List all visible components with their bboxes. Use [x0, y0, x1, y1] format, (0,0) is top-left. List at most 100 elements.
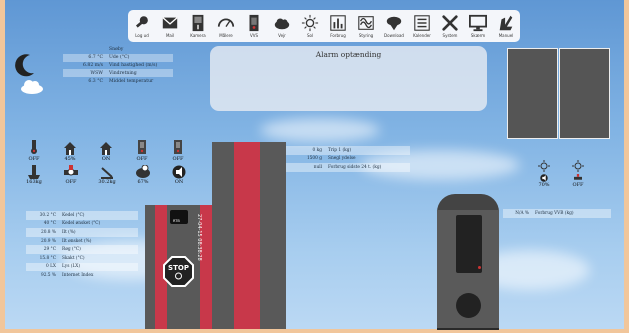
table-row: 30.2 °C Kedel (°C)	[26, 211, 138, 220]
device-boiler-1[interactable]: OFF	[130, 140, 154, 162]
toolbar-label: Styring	[358, 33, 374, 38]
sun-icon	[301, 14, 319, 32]
main-toolbar: Log ud Mail Kamera Målere VVS Vejr Sol F…	[128, 10, 520, 42]
table-row: 92.5 % Internet Index	[26, 271, 138, 280]
toolbar-screen[interactable]: Skærm	[465, 14, 491, 38]
device-state: OFF	[572, 182, 584, 188]
device-state: OFF	[28, 156, 40, 162]
frame-bottom	[0, 329, 629, 333]
toolbar-label: System	[442, 33, 458, 38]
thermometer-icon	[31, 140, 37, 154]
weather-label: Vindretning	[109, 70, 137, 76]
toolbar-label: Log ud	[135, 33, 149, 38]
device-house-2[interactable]: ON	[94, 140, 118, 162]
boiler-label: Røg (°C)	[62, 247, 81, 253]
alarm-panel: Alarm optænding	[210, 46, 487, 111]
house-icon	[100, 142, 112, 155]
fuel-value: null	[313, 164, 322, 170]
fuel-label: Forbrug sidste 24 t. (kg)	[328, 164, 382, 170]
boiler-label: Ilt ønsket (%)	[62, 238, 92, 244]
toolbar-label: Målere	[219, 33, 233, 38]
boiler-label: Internet Index	[62, 272, 94, 278]
device-tank[interactable]: 67%	[128, 165, 158, 185]
stop-label: STOP	[168, 264, 189, 272]
toolbar-meters[interactable]: Målere	[213, 14, 239, 38]
toolbar-manual[interactable]: Manuel	[493, 14, 519, 38]
device-state: 70%	[538, 182, 550, 188]
device-silo[interactable]: 163kg	[19, 165, 49, 185]
device-state: OFF	[136, 156, 148, 162]
weather-row: WSW Vindretning	[63, 69, 173, 78]
boiler-value: 29 °C	[43, 247, 56, 253]
weather-value: 6.7 °C	[88, 55, 103, 61]
toolbar-weather[interactable]: Vejr	[269, 14, 295, 38]
stove-tall-edge	[260, 142, 286, 329]
boiler-icon	[174, 140, 182, 154]
download-icon	[386, 16, 402, 31]
toolbar-vvs[interactable]: VVS	[241, 14, 267, 38]
camera-view-1[interactable]	[507, 48, 558, 139]
boiler-value: 15.8 °C	[39, 255, 56, 261]
table-row: 40 °C Kedel ønsket (°C)	[26, 220, 138, 229]
device-scale[interactable]: 30.2kg	[92, 165, 122, 185]
stove-timestamp: 27-04-15 08:38:28	[196, 214, 202, 261]
toolbar-label: Manuel	[498, 33, 514, 38]
table-row: 15.8 °C Skakt (°C)	[26, 254, 138, 263]
boiler-label: Kedel ønsket (°C)	[62, 221, 101, 227]
device-house-1[interactable]: 45%	[58, 140, 82, 162]
sun-icon	[572, 160, 584, 172]
sun-icon	[538, 160, 550, 172]
weather-value: WSW	[90, 70, 103, 76]
fuel-label: Trip 1 (kg)	[328, 147, 352, 153]
toolbar-consumption[interactable]: Forbrug	[325, 14, 351, 38]
fuel-value: 1500 g	[306, 156, 322, 162]
device-state: 30.2kg	[98, 179, 116, 185]
table-row: 0 kg Trip 1 (kg)	[286, 146, 410, 155]
toolbar-download[interactable]: Download	[381, 14, 407, 38]
weather-label: Vind hastighed (m/s)	[109, 62, 158, 68]
camera-view-2[interactable]	[559, 48, 610, 139]
toolbar-mail[interactable]: Mail	[157, 14, 183, 38]
heatpump-icon	[358, 16, 374, 30]
key-icon	[135, 16, 148, 28]
boiler-value: 40 °C	[43, 221, 56, 227]
device-solar-2[interactable]: OFF	[563, 160, 593, 188]
device-speaker[interactable]: ON	[164, 165, 194, 185]
device-boiler-2[interactable]: OFF	[166, 140, 190, 162]
boiler-value: 20.8 %	[40, 229, 56, 235]
pump-icon	[64, 165, 78, 176]
toolbar-label: Kalender	[413, 33, 431, 38]
device-thermometer[interactable]: OFF	[22, 140, 46, 162]
device-solar-1[interactable]: 70%	[529, 160, 559, 188]
toolbar-system[interactable]: System	[437, 14, 463, 38]
device-pump[interactable]: OFF	[56, 165, 86, 185]
boiler-label: Ilt (%)	[62, 229, 76, 235]
house-icon	[64, 142, 76, 155]
toolbar-label: Download	[384, 33, 404, 38]
toolbar-logout[interactable]: Log ud	[129, 14, 155, 38]
boiler-table: 30.2 °C Kedel (°C) 40 °C Kedel ønsket (°C)…	[26, 211, 138, 280]
boiler-value: 20.9 %	[40, 238, 56, 244]
toolbar-label: Sol	[306, 33, 314, 38]
water-heater-port[interactable]	[456, 293, 481, 318]
speaker-icon	[540, 174, 548, 182]
tools-icon	[442, 15, 458, 31]
device-state: OFF	[65, 179, 77, 185]
device-state: 67%	[137, 179, 149, 185]
toolbar-camera[interactable]: Kamera	[185, 14, 211, 38]
stop-button[interactable]: STOP	[163, 256, 194, 287]
table-row: 20.9 % Ilt ønsket (%)	[26, 237, 138, 246]
toolbar-label: Kamera	[190, 33, 206, 38]
stove-tall-stripe	[234, 142, 260, 329]
table-row: 0 LX Lys (LX)	[26, 262, 138, 272]
toolbar-sun[interactable]: Sol	[297, 14, 323, 38]
water-heater-base	[437, 328, 499, 330]
weather-panel: Snøby 6.7 °C Ude (°C) 6.82 m/s Vind hast…	[63, 46, 173, 85]
toolbar-calendar[interactable]: Kalender	[409, 14, 435, 38]
weather-value: 6.82 m/s	[83, 62, 103, 68]
device-state: ON	[174, 179, 184, 185]
toolbar-control[interactable]: Styring	[353, 14, 379, 38]
weather-row: 6.7 °C Ude (°C)	[63, 53, 173, 62]
stove-tall-panel	[212, 142, 234, 329]
rtb-display[interactable]: RTB	[170, 210, 188, 224]
